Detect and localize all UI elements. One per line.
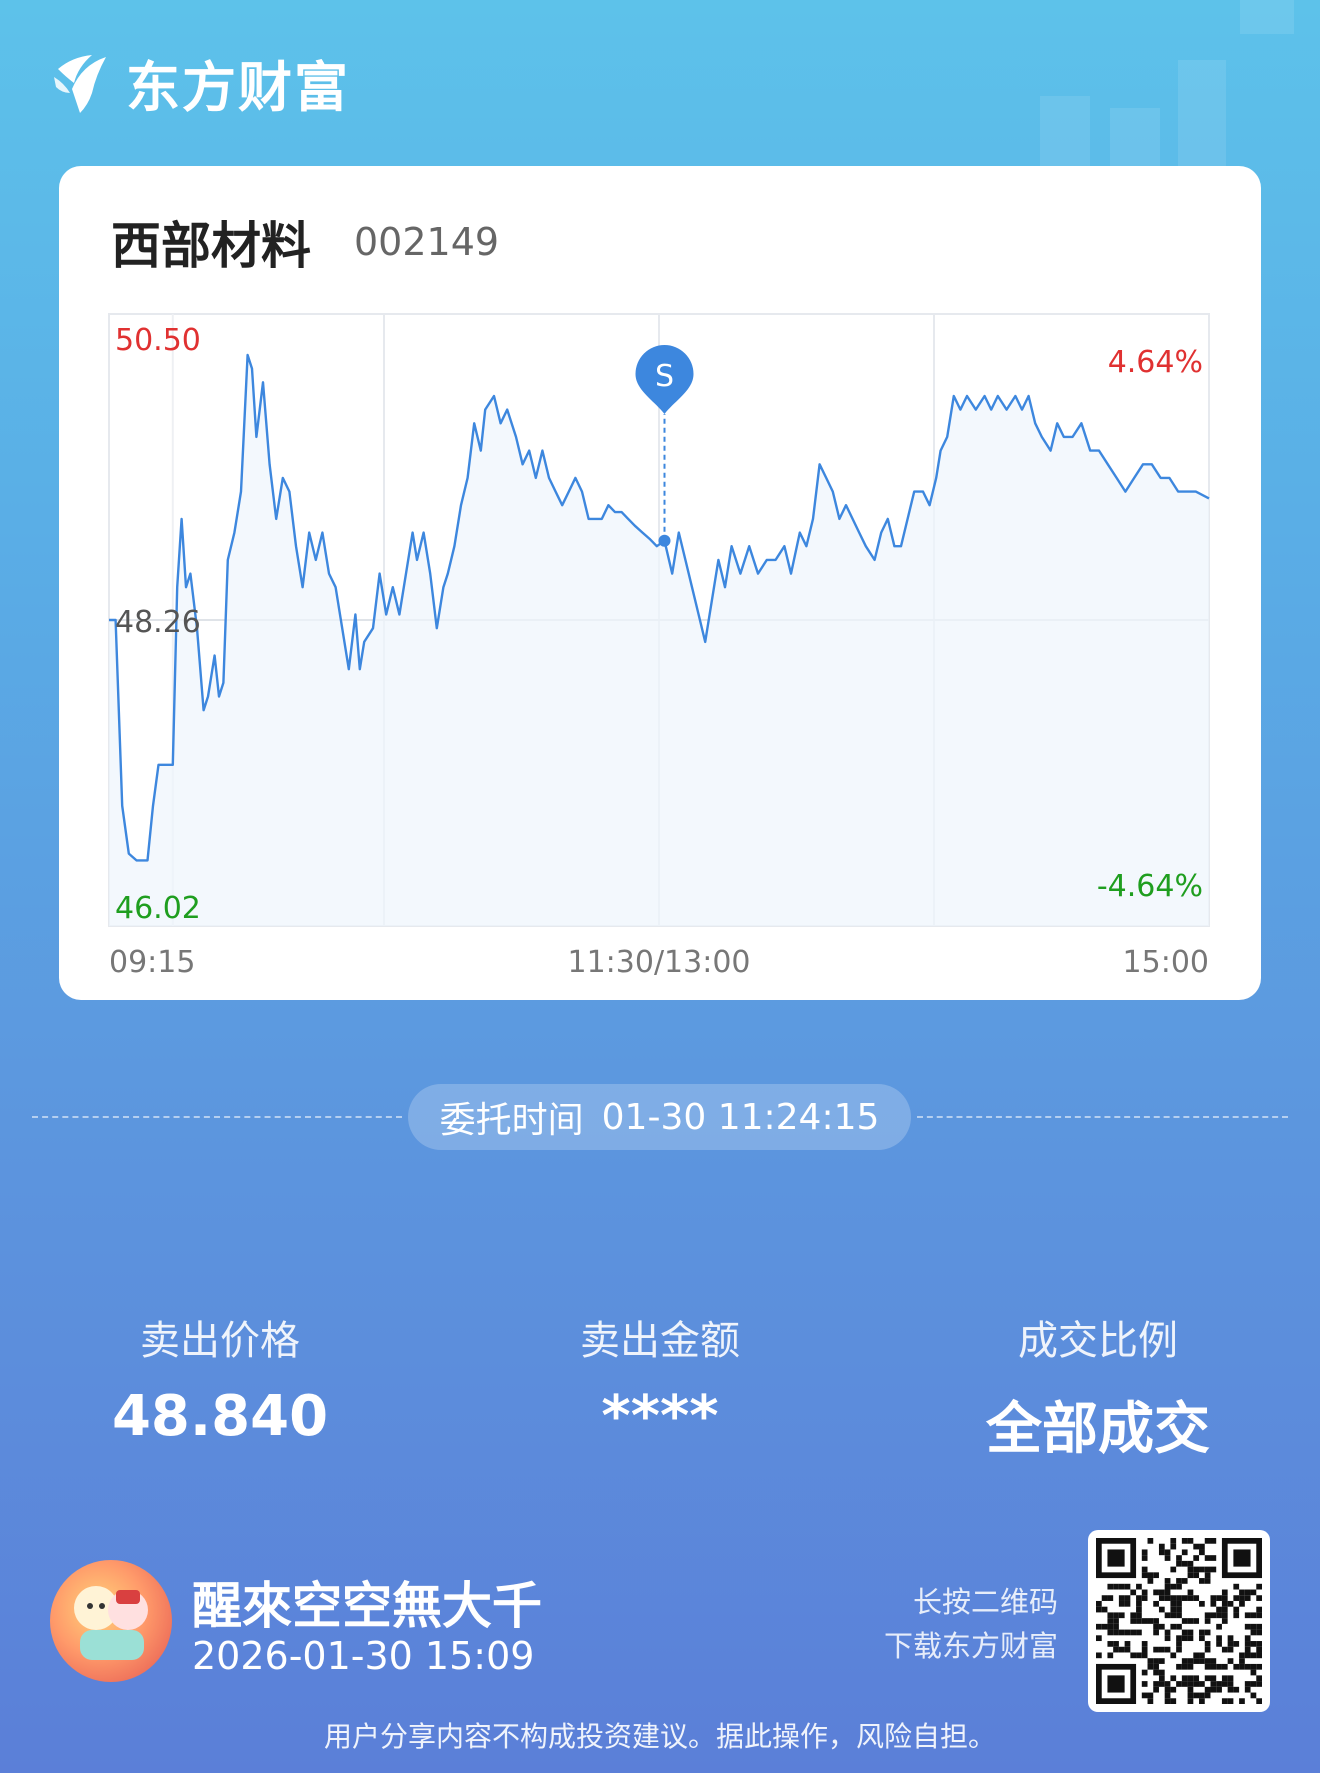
stat-label: 卖出价格 — [140, 1318, 300, 1364]
stat-value: 48.840 — [111, 1384, 329, 1449]
stat-value: **** — [601, 1384, 719, 1449]
qr-hint-line1: 长按二维码 — [912, 1585, 1058, 1619]
stat-label: 成交比例 — [1018, 1318, 1178, 1364]
stat-sell-amount: 卖出金额 **** — [510, 1308, 810, 1449]
stat-label: 卖出金额 — [580, 1318, 740, 1364]
background-candle — [1110, 108, 1160, 168]
disclaimer: 用户分享内容不构成投资建议。据此操作，风险自担。 — [323, 1720, 996, 1753]
pct-down-label: -4.64% — [1097, 869, 1203, 904]
y-min-label: 46.02 — [115, 891, 201, 926]
user-name: 醒來空空無大千 — [192, 1577, 542, 1635]
background-candle — [1040, 96, 1090, 168]
order-time-label: 委托时间 — [439, 1100, 584, 1141]
share-time: 2026-01-30 15:09 — [192, 1634, 535, 1678]
marker-label: S — [655, 359, 674, 394]
avatar[interactable] — [50, 1560, 172, 1682]
brand-leaf-icon — [54, 55, 106, 113]
stock-card[interactable]: 西部材料 002149 S 50.50 48.26 46.02 4.64% -4.64% 0… — [59, 166, 1261, 1000]
qr-hint-line2: 下载东方财富 — [883, 1629, 1058, 1663]
divider-left — [32, 1116, 402, 1118]
qr-hint: 长按二维码 下载东方财富 — [884, 1580, 1058, 1668]
x-label-close: 15:00 — [1123, 945, 1209, 980]
qr-code-icon — [1096, 1538, 1262, 1704]
x-label-open: 09:15 — [109, 945, 195, 980]
stat-value: 全部成交 — [986, 1397, 1210, 1462]
order-time-pill: 委托时间 01-30 11:24:15 — [408, 1084, 911, 1150]
y-mid-label: 48.26 — [115, 605, 201, 640]
stat-fill-ratio: 成交比例 全部成交 — [948, 1308, 1248, 1465]
divider-right — [917, 1116, 1288, 1118]
avatar-illustration-icon — [74, 1586, 148, 1660]
x-label-midday: 11:30/13:00 — [567, 945, 750, 980]
stat-sell-price: 卖出价格 48.840 — [70, 1308, 370, 1449]
order-time-value: 01-30 11:24:15 — [601, 1096, 880, 1138]
qr-code[interactable] — [1088, 1530, 1270, 1712]
background-candle — [1240, 0, 1294, 34]
y-max-label: 50.50 — [115, 323, 201, 358]
background-candle — [1178, 60, 1226, 170]
marker-point — [658, 534, 671, 547]
brand-logo: 东方财富 — [48, 46, 350, 119]
pct-up-label: 4.64% — [1108, 345, 1203, 380]
intraday-chart: S 50.50 48.26 46.02 4.64% -4.64% 09:15 11:30/13… — [108, 313, 1210, 980]
brand-name: 东方财富 — [126, 55, 350, 119]
